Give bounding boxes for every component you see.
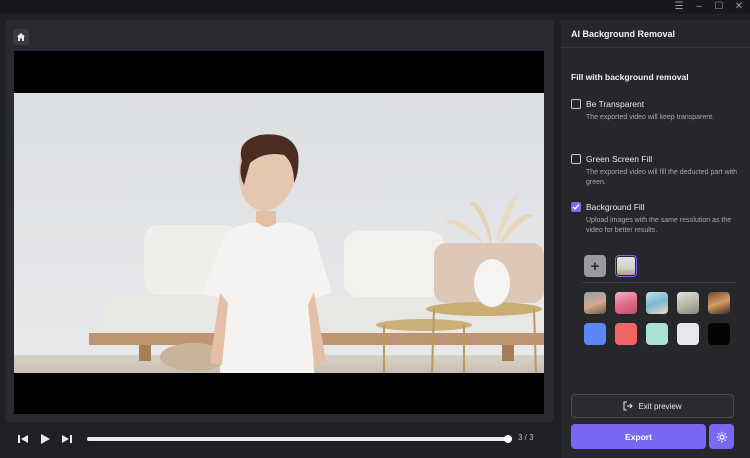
- timeline-handle[interactable]: [503, 435, 512, 443]
- option-label: Background Fill: [586, 202, 645, 212]
- panel-divider: [561, 47, 750, 48]
- export-label: Export: [625, 431, 652, 442]
- timeline-scrubber[interactable]: [87, 435, 512, 443]
- preset-image-1[interactable]: [584, 292, 606, 314]
- next-frame-button[interactable]: [59, 431, 75, 447]
- option-description: The exported video will fill the deducte…: [586, 169, 737, 186]
- add-image-button[interactable]: +: [584, 255, 606, 277]
- frame-counter: 3 / 3: [518, 433, 534, 442]
- section-title: Fill with background removal: [571, 72, 689, 82]
- preset-image-5[interactable]: [708, 292, 730, 314]
- exit-preview-label: Exit preview: [638, 401, 682, 411]
- color-swatch-blue[interactable]: [584, 323, 606, 345]
- color-swatch-white[interactable]: [677, 323, 699, 345]
- export-button[interactable]: Export: [571, 424, 706, 449]
- export-settings-button[interactable]: [709, 424, 734, 449]
- next-frame-icon: [62, 435, 72, 443]
- timeline-progress: [87, 437, 508, 441]
- play-button[interactable]: [37, 431, 53, 447]
- option-description: Upload images with the same resolution a…: [586, 217, 732, 234]
- video-frame: [14, 51, 544, 414]
- uploaded-background-image: [617, 257, 635, 275]
- be-transparent-checkbox[interactable]: [571, 99, 581, 109]
- scene-image: [14, 93, 544, 373]
- play-icon: [41, 434, 50, 444]
- previous-frame-icon: [18, 435, 28, 443]
- color-swatch-mint[interactable]: [646, 323, 668, 345]
- exit-icon: [623, 401, 634, 411]
- maximize-icon[interactable]: ☐: [710, 0, 728, 14]
- color-swatch-black[interactable]: [708, 323, 730, 345]
- option-label: Be Transparent: [586, 99, 645, 109]
- option-description: The exported video will keep transparent…: [586, 114, 715, 121]
- preset-image-2[interactable]: [615, 292, 637, 314]
- settings-panel: AI Background Removal Fill with backgrou…: [561, 20, 750, 458]
- title-bar: ☰ – ☐ ✕: [0, 0, 750, 14]
- home-button[interactable]: [13, 29, 29, 45]
- home-icon: [17, 33, 25, 41]
- app-window: ☰ – ☐ ✕ 3 / 3 AI Background Removal Fill…: [0, 0, 750, 458]
- checkmark-icon: [572, 204, 580, 211]
- minimize-icon[interactable]: –: [690, 0, 708, 14]
- previous-frame-button[interactable]: [15, 431, 31, 447]
- green-screen-fill-checkbox[interactable]: [571, 154, 581, 164]
- uploaded-background-thumbnail[interactable]: [615, 255, 637, 277]
- panel-title: AI Background Removal: [571, 29, 676, 39]
- playback-controls: 3 / 3: [5, 424, 554, 454]
- preset-image-4[interactable]: [677, 292, 699, 314]
- plus-icon: +: [590, 257, 600, 275]
- color-swatch-red[interactable]: [615, 323, 637, 345]
- close-icon[interactable]: ✕: [730, 0, 748, 14]
- gear-icon: [716, 431, 727, 442]
- video-scene: [14, 93, 544, 373]
- option-label: Green Screen Fill: [586, 154, 653, 164]
- preset-divider: [582, 282, 736, 283]
- hamburger-icon[interactable]: ☰: [670, 0, 688, 14]
- background-fill-checkbox[interactable]: [571, 202, 581, 212]
- exit-preview-button[interactable]: Exit preview: [571, 394, 734, 418]
- preset-image-3[interactable]: [646, 292, 668, 314]
